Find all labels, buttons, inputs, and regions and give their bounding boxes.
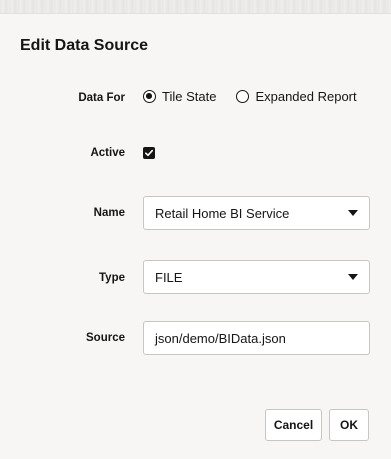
active-checkbox[interactable] [143,147,155,159]
cancel-button[interactable]: Cancel [265,409,322,441]
chevron-down-icon [348,274,358,280]
name-select[interactable]: Retail Home BI Service [143,196,370,230]
checkmark-icon [145,149,154,157]
radio-selected-icon [143,90,156,103]
name-select-value: Retail Home BI Service [155,205,290,221]
type-label: Type [99,272,125,284]
dialog-title: Edit Data Source [20,37,149,54]
source-input[interactable]: json/demo/BIData.json [143,321,370,355]
active-label: Active [90,147,125,159]
radio-tile-state-label: Tile State [162,89,217,104]
radio-unselected-icon [236,90,250,103]
source-label: Source [86,332,125,344]
type-select[interactable]: FILE [143,260,370,294]
background-strip [0,0,391,14]
radio-tile-state[interactable]: Tile State [143,89,216,104]
radio-expanded-report[interactable]: Expanded Report [236,89,357,104]
edit-data-source-dialog [0,14,391,459]
type-select-value: FILE [155,269,183,285]
ok-button[interactable]: OK [329,409,369,441]
radio-expanded-report-label: Expanded Report [255,89,357,104]
name-label: Name [93,207,125,219]
source-input-value: json/demo/BIData.json [155,330,286,346]
data-for-label: Data For [78,92,125,104]
data-for-radio-group: Tile State Expanded Report [143,89,357,104]
chevron-down-icon [348,210,358,216]
